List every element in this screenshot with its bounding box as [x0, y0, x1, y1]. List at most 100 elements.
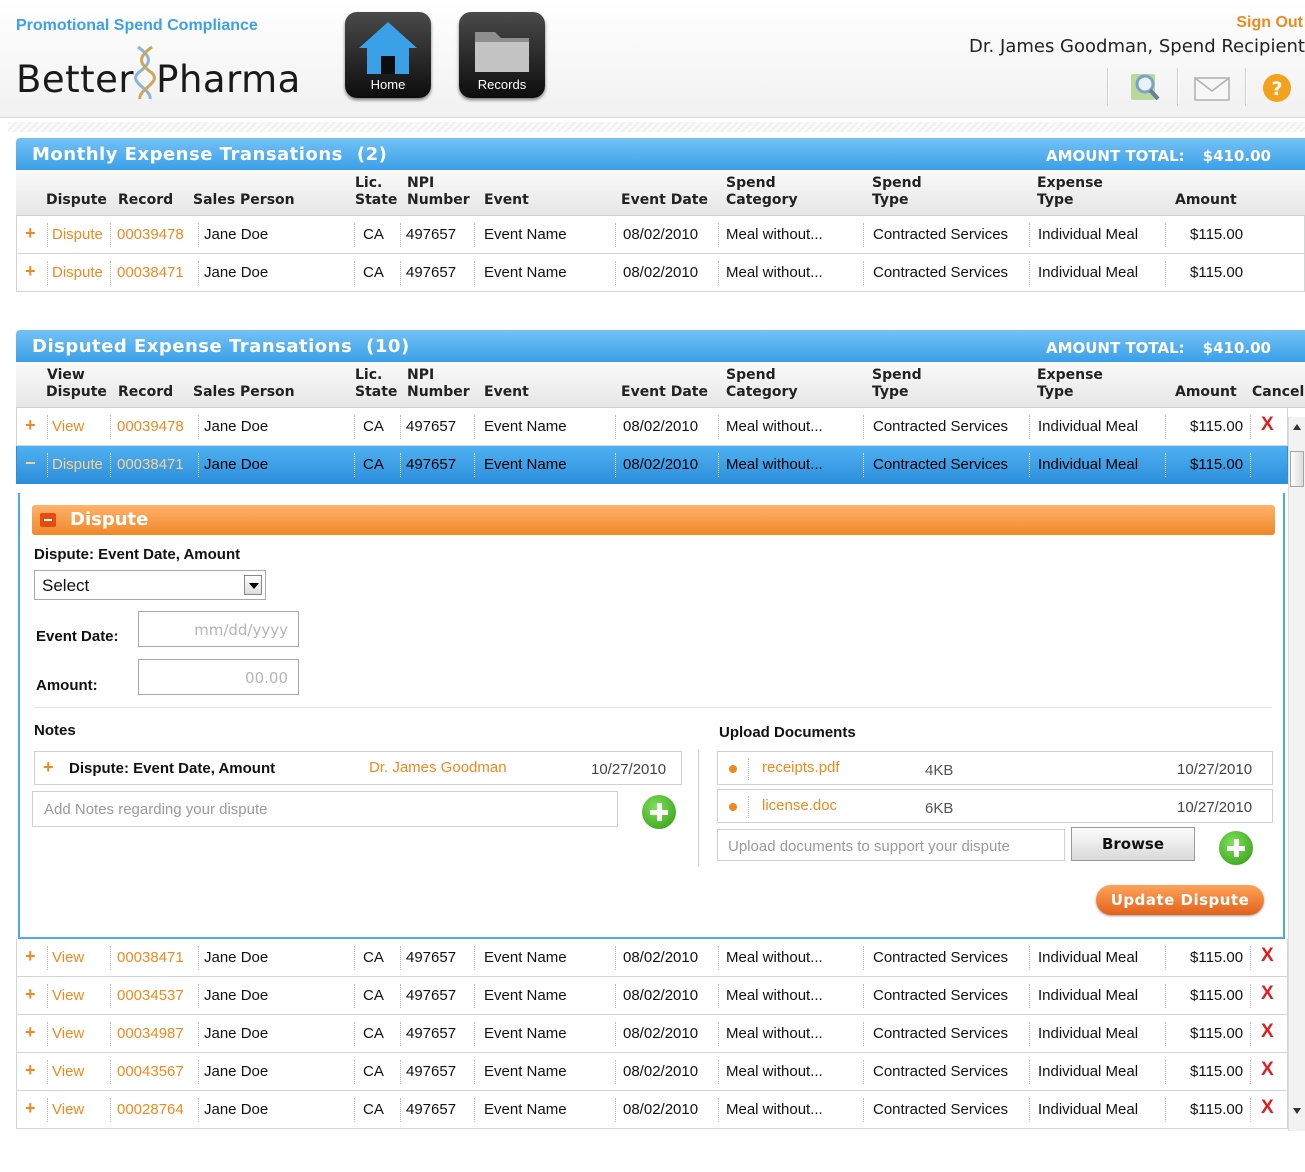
cancel-dispute-button[interactable]: X: [1261, 414, 1274, 436]
document-size: 4KB: [925, 762, 954, 779]
monthly-transactions-panel: Monthly Expense Transations (2) AMOUNT TO…: [16, 138, 1305, 292]
expand-row-icon[interactable]: +: [25, 1060, 36, 1081]
note-date: 10/27/2010: [591, 761, 667, 778]
column-separator: [198, 261, 199, 285]
column-separator: [354, 453, 355, 477]
notes-input[interactable]: Add Notes regarding your dispute: [32, 791, 618, 827]
browse-button[interactable]: Browse: [1071, 827, 1195, 861]
row-action-link[interactable]: View: [52, 1063, 84, 1080]
column-separator: [400, 415, 401, 439]
sign-out-link[interactable]: Sign Out: [1236, 14, 1303, 32]
row-amount: $115.00: [1190, 987, 1244, 1004]
row-spend-category: Meal without...: [726, 456, 823, 473]
row-expense-type: Individual Meal: [1038, 1025, 1139, 1042]
column-separator: [615, 946, 616, 970]
table-row[interactable]: + Dispute 00038471 Jane Doe CA 497657 Event Na…: [16, 254, 1305, 292]
column-separator: [1165, 1098, 1166, 1122]
row-record-link[interactable]: 00034987: [117, 1025, 184, 1042]
column-separator: [198, 1060, 199, 1084]
expand-row-icon[interactable]: +: [25, 1098, 36, 1119]
collapse-icon[interactable]: [40, 513, 56, 527]
table-row[interactable]: + View 00043567 Jane Doe CA 497657 Event Name 0…: [16, 1053, 1288, 1091]
home-button[interactable]: Home: [345, 12, 431, 98]
table-row[interactable]: + View 00039478 Jane Doe CA 497657 Event Name 0…: [16, 408, 1288, 446]
dispute-reason-select[interactable]: Select: [34, 570, 266, 600]
table-row[interactable]: + View 00038471 Jane Doe CA 497657 Event Name 0…: [16, 939, 1288, 977]
row-record-link[interactable]: 00038471: [117, 456, 184, 473]
row-action-link[interactable]: Dispute: [52, 264, 103, 281]
note-author[interactable]: Dr. James Goodman: [369, 759, 507, 776]
dropdown-arrow-icon[interactable]: [244, 575, 262, 595]
cancel-dispute-button[interactable]: X: [1261, 1059, 1274, 1081]
row-action-link[interactable]: View: [52, 1025, 84, 1042]
row-action-link[interactable]: View: [52, 1101, 84, 1118]
row-expense-type: Individual Meal: [1038, 949, 1139, 966]
table-row[interactable]: + Dispute 00039478 Jane Doe CA 497657 Event Na…: [16, 216, 1305, 254]
scroll-down-icon[interactable]: [1292, 1107, 1302, 1115]
row-action-link[interactable]: Dispute: [52, 456, 103, 473]
document-name-link[interactable]: receipts.pdf: [762, 759, 840, 776]
expand-row-icon[interactable]: +: [25, 223, 36, 244]
add-note-icon[interactable]: [642, 795, 676, 829]
cancel-dispute-button[interactable]: X: [1261, 1021, 1274, 1043]
row-record-link[interactable]: 00043567: [117, 1063, 184, 1080]
row-record-link[interactable]: 00034537: [117, 987, 184, 1004]
mail-icon[interactable]: [1193, 74, 1233, 102]
disputed-title: Disputed Expense Transations: [32, 336, 353, 357]
row-record-link[interactable]: 00038471: [117, 949, 184, 966]
collapse-row-icon[interactable]: −: [25, 453, 36, 474]
cancel-dispute-button[interactable]: X: [1261, 945, 1274, 967]
expand-row-icon[interactable]: +: [25, 261, 36, 282]
upload-input[interactable]: Upload documents to support your dispute: [717, 829, 1065, 861]
table-row[interactable]: + View 00034987 Jane Doe CA 497657 Event Name 0…: [16, 1015, 1288, 1053]
column-separator: [110, 453, 111, 477]
column-divider: [698, 749, 699, 867]
document-item[interactable]: receipts.pdf 4KB 10/27/2010: [717, 751, 1273, 785]
column-separator: [354, 1022, 355, 1046]
row-record-link[interactable]: 00039478: [117, 226, 184, 243]
add-document-icon[interactable]: [1219, 831, 1253, 865]
search-records-icon[interactable]: [1127, 70, 1163, 104]
disputed-total-label: AMOUNT TOTAL:: [1045, 339, 1185, 357]
records-button[interactable]: Records: [459, 12, 545, 98]
row-state: CA: [363, 264, 384, 281]
disputed-scrollbar[interactable]: [1288, 417, 1305, 1131]
row-spend-type: Contracted Services: [873, 264, 1009, 281]
row-npi: 497657: [406, 949, 457, 966]
row-action-link[interactable]: View: [52, 418, 84, 435]
expand-note-icon[interactable]: +: [43, 757, 54, 778]
update-dispute-button[interactable]: Update Dispute: [1096, 885, 1264, 915]
row-record-link[interactable]: 00039478: [117, 418, 184, 435]
document-item[interactable]: license.doc 6KB 10/27/2010: [717, 789, 1273, 823]
home-label: Home: [370, 77, 406, 92]
help-icon[interactable]: ?: [1261, 72, 1293, 104]
col-dispute: Dispute: [46, 192, 107, 208]
column-separator: [1029, 261, 1030, 285]
row-expense-type: Individual Meal: [1038, 987, 1139, 1004]
expand-row-icon[interactable]: +: [25, 1022, 36, 1043]
row-action-link[interactable]: View: [52, 949, 84, 966]
row-action-link[interactable]: Dispute: [52, 226, 103, 243]
document-name-link[interactable]: license.doc: [762, 797, 837, 814]
expand-row-icon[interactable]: +: [25, 415, 36, 436]
scroll-thumb[interactable]: [1290, 451, 1304, 487]
row-record-link[interactable]: 00038471: [117, 264, 184, 281]
table-row[interactable]: + View 00028764 Jane Doe CA 497657 Event Name 0…: [16, 1091, 1288, 1129]
table-row[interactable]: − Dispute 00038471 Jane Doe CA 497657 Event Na…: [16, 446, 1288, 484]
expand-row-icon[interactable]: +: [25, 984, 36, 1005]
event-date-input[interactable]: mm/dd/yyyy: [138, 611, 299, 647]
expand-row-icon[interactable]: +: [25, 946, 36, 967]
amount-input[interactable]: 00.00: [138, 659, 299, 695]
col-state: State: [355, 384, 398, 400]
table-row[interactable]: + View 00034537 Jane Doe CA 497657 Event Name 0…: [16, 977, 1288, 1015]
column-separator: [1250, 1022, 1251, 1046]
column-separator: [718, 946, 719, 970]
row-record-link[interactable]: 00028764: [117, 1101, 184, 1118]
note-item[interactable]: + Dispute: Event Date, Amount Dr. James …: [34, 751, 682, 785]
scroll-up-icon[interactable]: [1292, 423, 1302, 431]
cancel-dispute-button[interactable]: X: [1261, 983, 1274, 1005]
row-spend-type: Contracted Services: [873, 949, 1009, 966]
svg-text:?: ?: [1271, 78, 1282, 100]
cancel-dispute-button[interactable]: X: [1261, 1097, 1274, 1119]
row-action-link[interactable]: View: [52, 987, 84, 1004]
